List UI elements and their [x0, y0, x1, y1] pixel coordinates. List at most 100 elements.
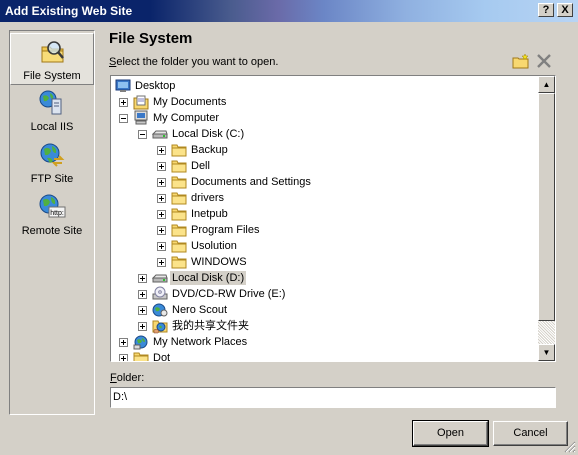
place-ftp-site[interactable]: FTP Site — [10, 137, 94, 189]
scroll-down-icon: ▼ — [542, 348, 551, 357]
instruction-text: Select the folder you want to open. — [109, 56, 278, 68]
tree-item-label[interactable]: Dot — [151, 351, 172, 361]
tree-item-label[interactable]: My Documents — [151, 95, 228, 109]
tree-item[interactable]: Dell — [111, 158, 537, 174]
resize-grip-icon[interactable] — [564, 441, 576, 453]
expand-icon[interactable] — [157, 162, 166, 171]
tree-item[interactable]: Desktop — [111, 78, 537, 94]
expand-icon[interactable] — [157, 178, 166, 187]
tree-item-label[interactable]: Documents and Settings — [189, 175, 313, 189]
folder-icon — [171, 208, 187, 221]
new-folder-icon[interactable] — [512, 53, 530, 69]
remote-site-icon: http: — [39, 194, 66, 218]
folder-icon — [171, 256, 187, 269]
tree-item[interactable]: Backup — [111, 142, 537, 158]
tree-item[interactable]: My Documents — [111, 94, 537, 110]
help-icon: ? — [542, 4, 550, 16]
tree-item-label[interactable]: Program Files — [189, 223, 261, 237]
expand-icon[interactable] — [157, 146, 166, 155]
tree-item-label[interactable]: Desktop — [133, 79, 177, 93]
folder-icon — [171, 144, 187, 157]
expand-icon[interactable] — [138, 290, 147, 299]
ftp-site-icon — [40, 143, 65, 167]
tree-item[interactable]: WINDOWS — [111, 254, 537, 270]
tree-item[interactable]: Program Files — [111, 222, 537, 238]
folder-icon — [171, 160, 187, 173]
tree-item[interactable]: Dot — [111, 350, 537, 361]
expand-icon[interactable] — [138, 322, 147, 331]
tree-item[interactable]: drivers — [111, 190, 537, 206]
place-local-iis[interactable]: Local IIS — [10, 85, 94, 137]
tree-item-label[interactable]: Local Disk (D:) — [170, 271, 247, 285]
tree-item[interactable]: Documents and Settings — [111, 174, 537, 190]
window-title: Add Existing Web Site — [5, 4, 133, 18]
tree-item[interactable]: My Computer — [111, 110, 537, 126]
tree-item[interactable]: Local Disk (D:) — [111, 270, 537, 286]
place-remote-site[interactable]: http: Remote Site — [10, 189, 94, 241]
tree-item-label[interactable]: Usolution — [189, 239, 239, 253]
tree-item-label[interactable]: My Network Places — [151, 335, 249, 349]
tree-item-label[interactable]: Backup — [189, 143, 230, 157]
expand-icon[interactable] — [138, 274, 147, 283]
expand-icon[interactable] — [157, 194, 166, 203]
shared-folder-icon — [152, 320, 168, 334]
place-label: FTP Site — [30, 173, 74, 185]
cancel-button[interactable]: Cancel — [493, 421, 568, 446]
collapse-icon[interactable] — [119, 114, 128, 123]
scroll-thumb[interactable] — [538, 93, 555, 321]
help-button[interactable]: ? — [538, 3, 554, 17]
folder-icon — [171, 224, 187, 237]
expand-icon[interactable] — [157, 258, 166, 267]
scroll-down-button[interactable]: ▼ — [538, 344, 555, 361]
tree-item-label[interactable]: WINDOWS — [189, 255, 249, 269]
scroll-up-icon: ▲ — [542, 80, 551, 89]
expand-icon[interactable] — [119, 98, 128, 107]
tree-item[interactable]: Local Disk (C:) — [111, 126, 537, 142]
tree-item-label[interactable]: Nero Scout — [170, 303, 229, 317]
tree-item[interactable]: 我的共享文件夹 — [111, 318, 537, 334]
expand-icon[interactable] — [157, 210, 166, 219]
place-label: Local IIS — [30, 121, 74, 133]
folder-tree[interactable]: Desktop My Documents My Computer Local Disk… — [110, 75, 556, 362]
my-computer-icon — [134, 110, 148, 125]
vertical-scrollbar[interactable]: ▲ ▼ — [538, 76, 555, 361]
scroll-up-button[interactable]: ▲ — [538, 76, 555, 93]
local-iis-icon — [39, 90, 62, 115]
folder-label-rest: older: — [116, 372, 145, 384]
delete-icon[interactable] — [535, 53, 553, 69]
expand-icon[interactable] — [157, 226, 166, 235]
tree-item-label[interactable]: drivers — [189, 191, 226, 205]
expand-icon[interactable] — [119, 338, 128, 347]
tree-item[interactable]: Inetpub — [111, 206, 537, 222]
expand-icon[interactable] — [138, 306, 147, 315]
close-button[interactable]: X — [557, 3, 573, 17]
tree-item-label[interactable]: Dell — [189, 159, 212, 173]
folder-accel: F — [110, 372, 117, 384]
instruction-rest: elect the folder you want to open. — [116, 56, 279, 68]
folder-field[interactable]: D:\ — [110, 387, 556, 408]
tree-item-label[interactable]: Local Disk (C:) — [170, 127, 246, 141]
folder-icon — [133, 352, 149, 361]
tree-item-label[interactable]: Inetpub — [189, 207, 230, 221]
tree-item[interactable]: My Network Places — [111, 334, 537, 350]
tree-item-label[interactable]: My Computer — [151, 111, 221, 125]
hard-disk-icon — [152, 274, 168, 283]
desktop-icon — [115, 79, 131, 92]
tree-item-label[interactable]: 我的共享文件夹 — [170, 319, 251, 333]
expand-icon[interactable] — [119, 354, 128, 361]
scroll-track[interactable] — [538, 321, 555, 344]
tree-item[interactable]: Nero Scout — [111, 302, 537, 318]
tree-item-label[interactable]: DVD/CD-RW Drive (E:) — [170, 287, 287, 301]
open-button[interactable]: Open — [412, 420, 489, 447]
place-file-system[interactable]: File System — [10, 33, 94, 85]
collapse-icon[interactable] — [138, 130, 147, 139]
title-bar[interactable]: Add Existing Web Site ? X — [0, 0, 578, 22]
dvd-drive-icon — [152, 286, 168, 300]
nero-scout-icon — [152, 303, 168, 317]
expand-icon[interactable] — [157, 242, 166, 251]
folder-icon — [171, 176, 187, 189]
folder-icon — [171, 240, 187, 253]
tree-item[interactable]: DVD/CD-RW Drive (E:) — [111, 286, 537, 302]
folder-label: Folder: — [110, 372, 144, 384]
tree-item[interactable]: Usolution — [111, 238, 537, 254]
